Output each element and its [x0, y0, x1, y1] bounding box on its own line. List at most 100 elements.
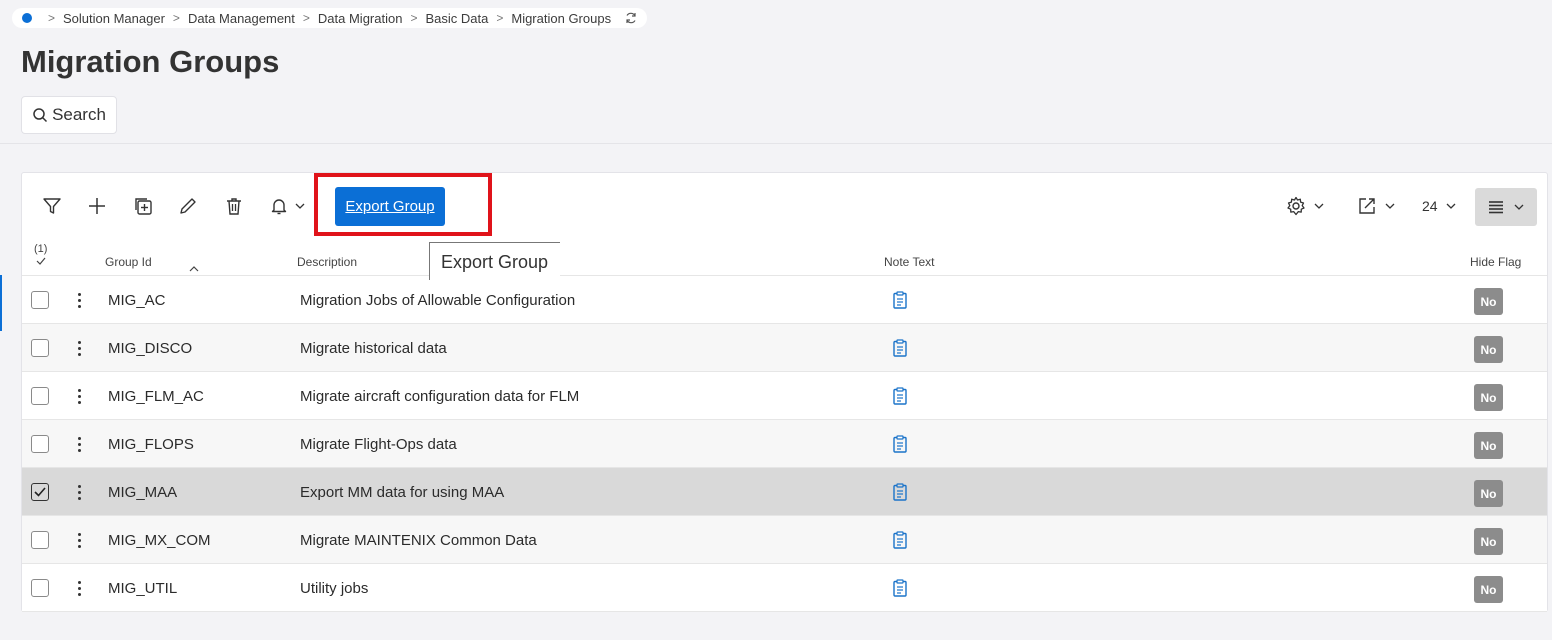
- cell-group-id: MIG_UTIL: [108, 580, 178, 597]
- row-checkbox[interactable]: [31, 387, 49, 405]
- table-row[interactable]: MIG_DISCO Migrate historical data No: [22, 324, 1547, 372]
- page-title: Migration Groups: [21, 44, 280, 79]
- migration-groups-panel: Export Group 24 Export Group (1) Group I…: [21, 172, 1548, 612]
- chevron-down-icon: [1446, 203, 1456, 209]
- note-icon[interactable]: [892, 339, 908, 357]
- cell-description: Export MM data for using MAA: [300, 484, 505, 501]
- hide-flag-badge: No: [1474, 336, 1503, 363]
- add-icon[interactable]: [86, 195, 108, 217]
- cell-description: Migrate aircraft configuration data for …: [300, 388, 580, 405]
- chevron-right-icon: >: [410, 11, 418, 25]
- cell-description: Migrate Flight-Ops data: [300, 436, 457, 453]
- table-row[interactable]: MIG_FLM_AC Migrate aircraft configuratio…: [22, 372, 1547, 420]
- breadcrumb-item-basic-data[interactable]: Basic Data: [425, 11, 488, 26]
- selection-count[interactable]: (1): [34, 243, 47, 268]
- hide-flag-badge: No: [1474, 528, 1503, 555]
- search-label: Search: [52, 105, 106, 124]
- table-row[interactable]: MIG_MAA Export MM data for using MAA No: [22, 468, 1547, 516]
- row-checkbox[interactable]: [31, 291, 49, 309]
- list-view-icon: [1489, 201, 1503, 214]
- column-header-description[interactable]: Description: [297, 255, 357, 269]
- search-button[interactable]: Search: [21, 96, 117, 134]
- note-icon[interactable]: [892, 531, 908, 549]
- chevron-down-icon: [1385, 203, 1395, 209]
- check-icon: [36, 257, 46, 265]
- share-icon: [1359, 198, 1375, 214]
- sort-ascending-icon[interactable]: [189, 265, 199, 272]
- export-group-tooltip: Export Group: [429, 242, 560, 280]
- row-checkbox-checked[interactable]: [31, 483, 49, 501]
- row-checkbox[interactable]: [31, 579, 49, 597]
- table-row[interactable]: MIG_FLOPS Migrate Flight-Ops data No: [22, 420, 1547, 468]
- notification-menu[interactable]: [269, 195, 313, 217]
- home-icon[interactable]: [22, 13, 32, 23]
- chevron-down-icon: [295, 203, 305, 209]
- breadcrumb: > Solution Manager > Data Management > D…: [12, 8, 648, 28]
- row-checkbox[interactable]: [31, 339, 49, 357]
- settings-menu[interactable]: [1286, 193, 1324, 219]
- edit-icon[interactable]: [177, 195, 199, 217]
- gear-icon: [1287, 196, 1305, 216]
- hide-flag-badge: No: [1474, 432, 1503, 459]
- note-icon[interactable]: [892, 579, 908, 597]
- note-icon[interactable]: [892, 387, 908, 405]
- share-menu[interactable]: [1357, 193, 1395, 219]
- table-row[interactable]: MIG_UTIL Utility jobs No: [22, 564, 1547, 612]
- left-accent-bar: [0, 275, 2, 331]
- row-menu-icon[interactable]: [76, 530, 82, 550]
- table-row[interactable]: MIG_AC Migration Jobs of Allowable Confi…: [22, 276, 1547, 324]
- hide-flag-badge: No: [1474, 384, 1503, 411]
- cell-group-id: MIG_FLOPS: [108, 436, 194, 453]
- chevron-right-icon: >: [48, 11, 56, 25]
- divider: [0, 143, 1552, 144]
- check-icon: [34, 487, 46, 497]
- chevron-right-icon: >: [172, 11, 180, 25]
- search-icon: [33, 108, 48, 123]
- column-header-hide-flag[interactable]: Hide Flag: [1470, 255, 1521, 269]
- refresh-icon[interactable]: [625, 12, 637, 24]
- duplicate-icon[interactable]: [132, 195, 154, 217]
- bell-icon: [271, 199, 287, 215]
- filter-icon[interactable]: [41, 195, 63, 217]
- note-icon[interactable]: [892, 435, 908, 453]
- breadcrumb-item-solution-manager[interactable]: Solution Manager: [63, 11, 165, 26]
- row-checkbox[interactable]: [31, 435, 49, 453]
- note-icon[interactable]: [892, 483, 908, 501]
- row-menu-icon[interactable]: [76, 482, 82, 502]
- page-size-select[interactable]: 24: [1422, 193, 1456, 219]
- chevron-down-icon: [1314, 203, 1324, 209]
- note-icon[interactable]: [892, 291, 908, 309]
- cell-description: Migrate historical data: [300, 340, 447, 357]
- cell-group-id: MIG_AC: [108, 292, 166, 309]
- highlight-annotation: [314, 173, 492, 236]
- breadcrumb-item-data-migration[interactable]: Data Migration: [318, 11, 403, 26]
- breadcrumb-item-data-management[interactable]: Data Management: [188, 11, 295, 26]
- cell-description: Utility jobs: [300, 580, 369, 597]
- cell-group-id: MIG_FLM_AC: [108, 388, 204, 405]
- row-menu-icon[interactable]: [76, 386, 82, 406]
- toolbar: Export Group 24: [22, 173, 1547, 239]
- breadcrumb-item-migration-groups: Migration Groups: [511, 10, 612, 26]
- delete-icon[interactable]: [223, 195, 245, 217]
- row-menu-icon[interactable]: [76, 290, 82, 310]
- hide-flag-badge: No: [1474, 576, 1503, 603]
- cell-description: Migration Jobs of Allowable Configuratio…: [300, 292, 576, 309]
- hide-flag-badge: No: [1474, 480, 1503, 507]
- hide-flag-badge: No: [1474, 288, 1503, 315]
- chevron-right-icon: >: [302, 11, 310, 25]
- table-row[interactable]: MIG_MX_COM Migrate MAINTENIX Common Data…: [22, 516, 1547, 564]
- row-menu-icon[interactable]: [76, 578, 82, 598]
- table-header: (1) Group Id Description Note Text Hide …: [22, 239, 1547, 276]
- page-size-value: 24: [1422, 198, 1438, 214]
- row-checkbox[interactable]: [31, 531, 49, 549]
- selection-count-label: (1): [34, 243, 48, 255]
- row-menu-icon[interactable]: [76, 338, 82, 358]
- row-menu-icon[interactable]: [76, 434, 82, 454]
- chevron-right-icon: >: [496, 11, 504, 25]
- cell-group-id: MIG_DISCO: [108, 340, 193, 357]
- chevron-down-icon: [1514, 204, 1524, 210]
- cell-group-id: MIG_MAA: [108, 484, 178, 501]
- view-mode-button[interactable]: [1475, 188, 1537, 226]
- column-header-group-id[interactable]: Group Id: [105, 255, 152, 269]
- column-header-note-text[interactable]: Note Text: [884, 255, 934, 269]
